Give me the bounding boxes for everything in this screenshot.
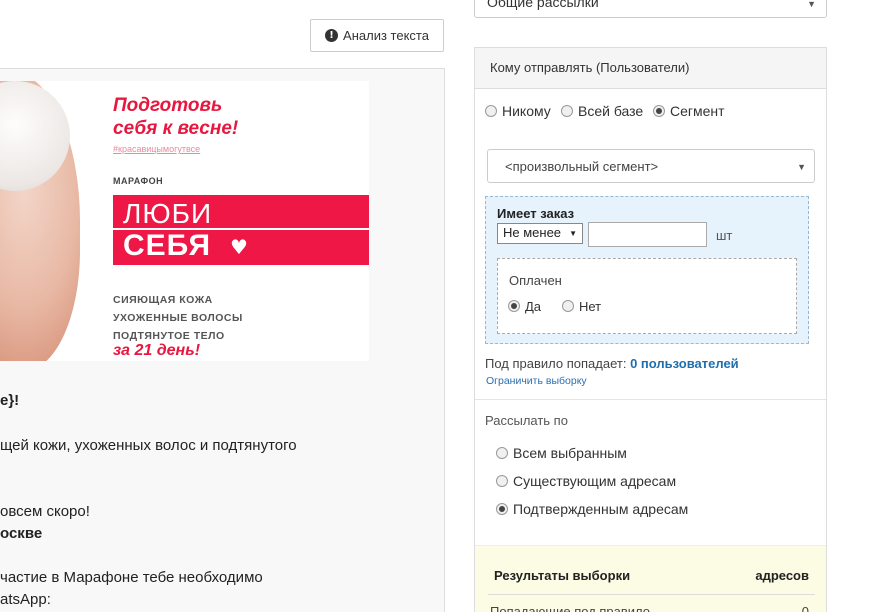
radio-icon[interactable] xyxy=(562,300,574,312)
recipient-option-all[interactable]: Всей базе xyxy=(561,103,643,119)
exclamation-circle-icon: ! xyxy=(325,29,339,42)
recipients-panel-title: Кому отправлять (Пользователи) xyxy=(475,48,826,89)
rule-title: Имеет заказ xyxy=(497,206,575,221)
radio-icon[interactable] xyxy=(496,447,508,459)
recipient-option-segment[interactable]: Сегмент xyxy=(653,103,725,119)
radio-checked-icon[interactable] xyxy=(508,300,520,312)
results-row-value: 0 xyxy=(801,604,809,612)
body-line-4: оскве xyxy=(0,525,43,542)
banner-marathon-label: МАРАФОН xyxy=(113,176,164,186)
banner-headline: Подготовь себя к весне! xyxy=(113,95,239,139)
mailing-list-select[interactable]: Общие рассылки ▼ xyxy=(474,0,827,18)
body-line-6: atsApp: xyxy=(0,591,51,608)
results-row-label: Попадающие под правило xyxy=(490,604,651,612)
banner-benefits: СИЯЮЩАЯ КОЖА УХОЖЕННЫЕ ВОЛОСЫ ПОДТЯНУТОЕ… xyxy=(113,294,243,342)
paid-option-no[interactable]: Нет xyxy=(562,299,601,314)
rule-count-value: 0 пользователей xyxy=(630,356,739,371)
analyze-text-button[interactable]: ! Анализ текста xyxy=(310,19,444,52)
divider xyxy=(475,399,826,400)
mailing-list-value: Общие рассылки xyxy=(487,0,599,10)
heart-icon: ♥ xyxy=(230,235,248,259)
chevron-down-icon: ▼ xyxy=(569,229,577,238)
radio-checked-icon[interactable] xyxy=(653,105,665,117)
banner-hashtag: #красавицымогутвсе xyxy=(113,144,201,154)
recipient-option-nobody[interactable]: Никому xyxy=(485,103,551,119)
rule-count: Под правило попадает: 0 пользователей xyxy=(485,356,739,371)
body-line-2: щей кожи, ухоженных волос и подтянутого xyxy=(0,437,297,454)
radio-icon[interactable] xyxy=(561,105,573,117)
chevron-down-icon: ▼ xyxy=(807,0,816,9)
results-title: Результаты выборки xyxy=(494,568,631,583)
body-line-3: овсем скоро! xyxy=(0,503,90,520)
banner-word-2: СЕБЯ xyxy=(123,229,212,262)
banner-days: за 21 день! xyxy=(113,342,201,359)
radio-icon[interactable] xyxy=(485,105,497,117)
send-option-confirmed[interactable]: Подтвержденным адресам xyxy=(496,501,688,517)
rule-unit-label: шт xyxy=(716,228,733,243)
segment-select-value: <произвольный сегмент> xyxy=(505,158,659,174)
email-editor[interactable]: Подготовь себя к весне! #красавицымогутв… xyxy=(0,68,445,612)
email-banner-image: Подготовь себя к весне! #красавицымогутв… xyxy=(0,81,369,361)
results-divider xyxy=(488,594,815,595)
send-to-label: Рассылать по xyxy=(485,413,568,428)
analyze-text-label: Анализ текста xyxy=(343,28,429,43)
rule-operator-select[interactable]: Не менее ▼ xyxy=(497,223,583,244)
send-option-all-selected[interactable]: Всем выбранным xyxy=(496,445,627,461)
segment-select[interactable]: <произвольный сегмент> ▼ xyxy=(487,149,815,183)
results-column-header: адресов xyxy=(755,568,809,583)
banner-word-1: ЛЮБИ xyxy=(123,198,213,229)
results-table: Результаты выборки адресов Попадающие по… xyxy=(475,545,826,612)
rule-amount-input[interactable] xyxy=(588,222,707,247)
radio-icon[interactable] xyxy=(496,475,508,487)
segment-rule: Имеет заказ Не менее ▼ шт Оплачен Да Нет xyxy=(485,196,809,344)
paid-option-yes[interactable]: Да xyxy=(508,299,541,314)
send-option-existing[interactable]: Существующим адресам xyxy=(496,473,676,489)
radio-checked-icon[interactable] xyxy=(496,503,508,515)
chevron-down-icon: ▼ xyxy=(797,162,806,172)
body-line-5: частие в Марафоне тебе необходимо xyxy=(0,569,263,586)
limit-selection-link[interactable]: Ограничить выборку xyxy=(486,375,587,387)
paid-condition: Оплачен Да Нет xyxy=(497,258,797,334)
banner-title-block: ЛЮБИ СЕБЯ ♥ xyxy=(113,195,369,265)
body-line-1: e}! xyxy=(0,392,20,409)
paid-label: Оплачен xyxy=(509,273,562,288)
recipients-panel: Кому отправлять (Пользователи) Никому Вс… xyxy=(474,47,827,612)
